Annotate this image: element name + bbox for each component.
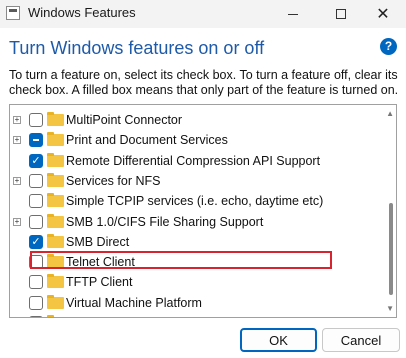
folder-icon <box>47 132 64 147</box>
feature-label: SMB Direct <box>66 234 130 249</box>
feature-checkbox[interactable] <box>29 113 43 127</box>
feature-label: Windows Hypervisor Platform <box>66 316 230 317</box>
feature-label: Remote Differential Compression API Supp… <box>66 153 321 168</box>
feature-checkbox[interactable] <box>29 133 43 148</box>
highlight-box <box>30 251 332 269</box>
feature-label: Services for NFS <box>66 173 161 188</box>
feature-label: Virtual Machine Platform <box>66 295 202 310</box>
close-button[interactable]: ✕ <box>360 0 406 28</box>
feature-row[interactable]: TFTP Client <box>10 272 370 292</box>
feature-row[interactable]: Virtual Machine Platform <box>10 293 370 313</box>
feature-checkbox[interactable] <box>29 295 43 310</box>
feature-row[interactable]: + MultiPoint Connector <box>10 110 370 130</box>
page-title: Turn Windows features on or off <box>9 38 265 58</box>
minimize-icon <box>288 13 298 15</box>
feature-checkbox[interactable] <box>29 173 43 188</box>
maximize-button[interactable] <box>318 0 364 28</box>
feature-checkbox[interactable] <box>29 316 43 317</box>
feature-label: Print and Document Services <box>66 133 228 148</box>
feature-checkbox[interactable]: ✓ <box>29 234 43 249</box>
expand-plus-icon[interactable]: + <box>13 176 21 185</box>
expand-plus-icon[interactable]: + <box>13 116 21 124</box>
close-icon: ✕ <box>376 6 390 23</box>
scroll-up-icon[interactable]: ▲ <box>386 109 394 118</box>
feature-checkbox[interactable] <box>29 214 43 229</box>
feature-label: MultiPoint Connector <box>66 113 183 127</box>
feature-row[interactable]: + SMB 1.0/CIFS File Sharing Support <box>10 212 370 232</box>
window-title: Windows Features <box>28 5 136 20</box>
feature-row[interactable]: ✓ SMB Direct <box>10 232 370 252</box>
feature-row[interactable]: ✓ Remote Differential Compression API Sup… <box>10 151 370 171</box>
feature-checkbox[interactable] <box>29 194 43 209</box>
ok-button[interactable]: OK <box>240 328 317 352</box>
folder-icon <box>47 294 64 309</box>
feature-label: SMB 1.0/CIFS File Sharing Support <box>66 214 264 229</box>
feature-row[interactable]: Simple TCPIP services (i.e. echo, daytim… <box>10 191 370 211</box>
instructions-text: To turn a feature on, select its check b… <box>9 68 399 97</box>
scroll-down-icon[interactable]: ▼ <box>386 304 394 313</box>
folder-icon <box>47 274 64 289</box>
minimize-button[interactable] <box>270 0 316 28</box>
folder-icon <box>47 213 64 228</box>
feature-row[interactable]: + Services for NFS <box>10 171 370 191</box>
title-bar: Windows Features ✕ <box>0 0 406 28</box>
folder-icon <box>47 112 64 126</box>
feature-row[interactable]: + Print and Document Services <box>10 130 370 150</box>
feature-checkbox[interactable]: ✓ <box>29 153 43 168</box>
feature-row[interactable]: Windows Hypervisor Platform <box>10 313 370 317</box>
windows-features-app-icon <box>6 6 20 20</box>
folder-icon <box>47 233 64 248</box>
features-tree: + MultiPoint Connector + Print and Document… <box>9 104 397 318</box>
maximize-icon <box>336 9 346 19</box>
folder-icon <box>47 193 64 208</box>
help-icon[interactable]: ? <box>380 38 397 55</box>
scroll-thumb[interactable] <box>389 203 393 295</box>
cancel-button[interactable]: Cancel <box>322 328 400 352</box>
feature-checkbox[interactable] <box>29 275 43 290</box>
feature-label: Simple TCPIP services (i.e. echo, daytim… <box>66 194 324 209</box>
expand-plus-icon[interactable]: + <box>13 217 21 226</box>
folder-icon <box>47 152 64 167</box>
tree-scrollbar[interactable]: ▲ ▼ <box>384 105 396 317</box>
folder-icon <box>47 315 54 317</box>
folder-icon <box>47 172 64 187</box>
feature-label: TFTP Client <box>66 275 133 290</box>
expand-plus-icon[interactable]: + <box>13 136 21 145</box>
